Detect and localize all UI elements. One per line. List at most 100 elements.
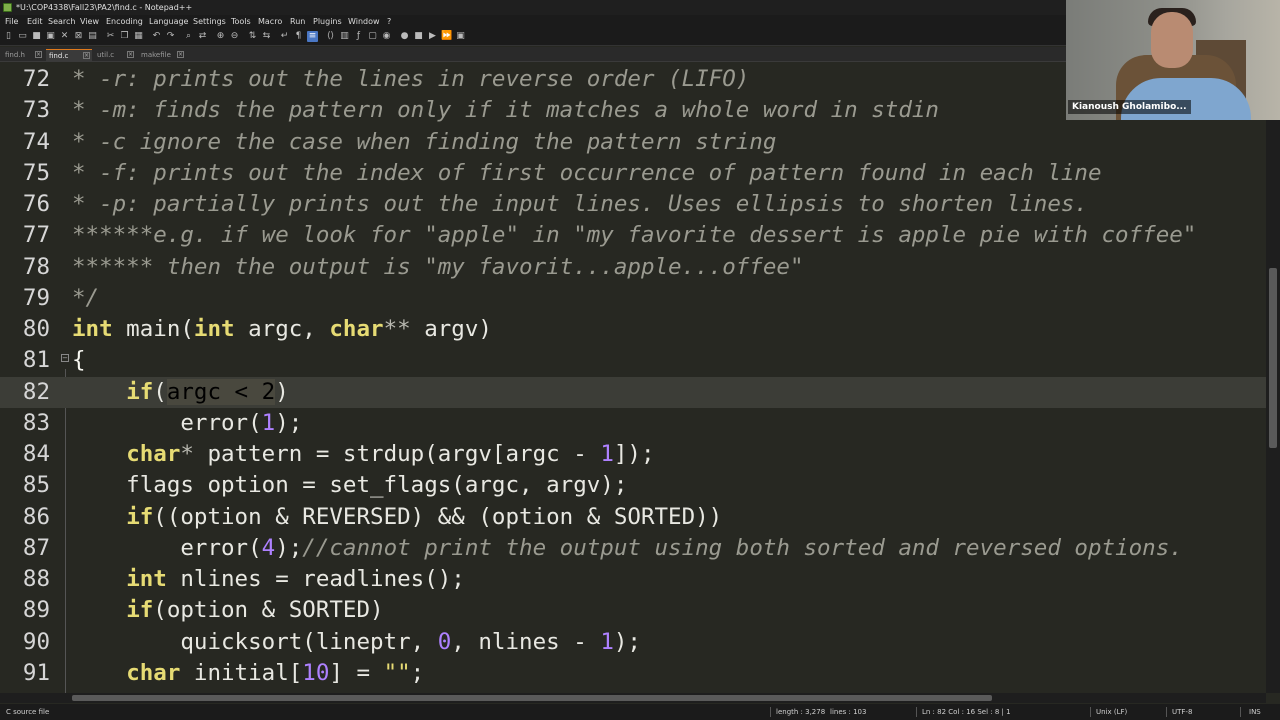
- record-macro-icon[interactable]: ●: [399, 31, 410, 42]
- code-token: main(: [112, 316, 194, 342]
- indent-guide-icon[interactable]: ≡: [307, 31, 318, 42]
- code-line[interactable]: 85 flags option = set_flags(argc, argv);: [0, 470, 1266, 501]
- code-text: * -f: prints out the index of first occu…: [72, 158, 1102, 189]
- line-number: 72: [22, 66, 50, 92]
- paste-icon[interactable]: ▦: [133, 31, 144, 42]
- menu-window[interactable]: Window: [348, 15, 380, 28]
- save-all-icon[interactable]: ▣: [45, 31, 56, 42]
- menu-language[interactable]: Language: [149, 15, 188, 28]
- code-token: );: [275, 409, 303, 436]
- tab-makefile[interactable]: makefile ×: [138, 49, 186, 61]
- code-token: ]);: [613, 441, 655, 467]
- function-list-icon[interactable]: ƒ: [353, 31, 364, 42]
- code-line[interactable]: 80 int main(int argc, char** argv): [0, 314, 1266, 345]
- wrap-icon[interactable]: ↵: [279, 31, 290, 42]
- close-tab-icon[interactable]: ×: [83, 52, 90, 59]
- status-eol[interactable]: Unix (LF): [1096, 704, 1127, 720]
- undo-icon[interactable]: ↶: [151, 31, 162, 42]
- code-token: */: [72, 284, 100, 311]
- doc-map-icon[interactable]: ▥: [339, 31, 350, 42]
- menu-file[interactable]: File: [5, 15, 18, 28]
- open-file-icon[interactable]: ▭: [17, 31, 28, 42]
- copy-icon[interactable]: ❐: [119, 31, 130, 42]
- close-all-icon[interactable]: ⊠: [73, 31, 84, 42]
- menu-view[interactable]: View: [80, 15, 99, 28]
- code-line[interactable]: 74 * -c ignore the case when finding the …: [0, 127, 1266, 158]
- horizontal-scrollbar[interactable]: [0, 693, 1266, 703]
- code-line[interactable]: 88 int nlines = readlines();: [0, 564, 1266, 595]
- save-macro-icon[interactable]: ▣: [455, 31, 466, 42]
- zoom-out-icon[interactable]: ⊖: [229, 31, 240, 42]
- menu-edit[interactable]: Edit: [27, 15, 43, 28]
- zoom-in-icon[interactable]: ⊕: [215, 31, 226, 42]
- play-macro-icon[interactable]: ▶: [427, 31, 438, 42]
- code-token: error(: [72, 534, 262, 561]
- tab-label: makefile: [141, 51, 171, 59]
- folder-workspace-icon[interactable]: ▢: [367, 31, 378, 42]
- save-icon[interactable]: ■: [31, 31, 42, 42]
- code-editor[interactable]: − 72 * -r: prints out the lines in revers…: [0, 63, 1266, 693]
- replace-icon[interactable]: ⇄: [197, 31, 208, 42]
- close-tab-icon[interactable]: ×: [35, 51, 42, 58]
- line-number: 79: [22, 284, 50, 311]
- close-tab-icon[interactable]: ×: [127, 51, 134, 58]
- menu-run[interactable]: Run: [290, 15, 305, 28]
- code-line[interactable]: 75 * -f: prints out the index of first oc…: [0, 158, 1266, 189]
- print-icon[interactable]: ▤: [87, 31, 98, 42]
- menu-macro[interactable]: Macro: [258, 15, 282, 28]
- show-all-chars-icon[interactable]: ¶: [293, 31, 304, 42]
- line-number: 73: [22, 97, 50, 124]
- code-line[interactable]: 90 quicksort(lineptr, 0, nlines - 1);: [0, 627, 1266, 658]
- code-line[interactable]: 79 */: [0, 283, 1266, 314]
- menu-encoding[interactable]: Encoding: [106, 15, 143, 28]
- code-line[interactable]: 82 if(argc < 2): [0, 376, 1266, 408]
- close-icon[interactable]: ✕: [59, 31, 70, 42]
- close-tab-icon[interactable]: ×: [177, 51, 184, 58]
- code-line[interactable]: 77 ******e.g. if we look for "apple" in "…: [0, 220, 1266, 251]
- code-line[interactable]: 91 char initial[10] = "";: [0, 658, 1266, 689]
- code-text: if(argc < 2): [72, 377, 289, 408]
- code-text: if((option & REVERSED) && (option & SORT…: [72, 502, 722, 533]
- tab-util-c[interactable]: util.c ×: [94, 49, 136, 61]
- code-line[interactable]: 76 * -p: partially prints out the input l…: [0, 189, 1266, 220]
- menu-help[interactable]: ?: [387, 15, 391, 28]
- sync-vertical-icon[interactable]: ⇅: [247, 31, 258, 42]
- code-line[interactable]: 86 if((option & REVERSED) && (option & S…: [0, 502, 1266, 533]
- status-encoding[interactable]: UTF-8: [1172, 704, 1192, 720]
- scroll-thumb[interactable]: [1269, 268, 1277, 448]
- new-file-icon[interactable]: ▯: [3, 31, 14, 42]
- code-line[interactable]: 81 {: [0, 345, 1266, 376]
- vertical-scrollbar[interactable]: [1266, 63, 1280, 693]
- redo-icon[interactable]: ↷: [165, 31, 176, 42]
- code-text: int main(int argc, char** argv): [72, 314, 492, 345]
- code-text: flags option = set_flags(argc, argv);: [72, 470, 627, 501]
- run-macro-multiple-icon[interactable]: ⏩: [441, 31, 452, 42]
- code-line[interactable]: 78 ****** then the output is "my favorit.…: [0, 252, 1266, 283]
- udl-icon[interactable]: ⟨⟩: [325, 31, 336, 42]
- tab-find-c[interactable]: find.c ×: [46, 49, 92, 61]
- monitoring-icon[interactable]: ◉: [381, 31, 392, 42]
- code-text: * -c ignore the case when finding the pa…: [72, 127, 776, 158]
- code-line[interactable]: 89 if(option & SORTED): [0, 595, 1266, 626]
- stop-macro-icon[interactable]: ■: [413, 31, 424, 42]
- menu-search[interactable]: Search: [48, 15, 75, 28]
- code-text: ****** then the output is "my favorit...…: [72, 252, 804, 283]
- cut-icon[interactable]: ✂: [105, 31, 116, 42]
- code-line[interactable]: 84 char* pattern = strdup(argv[argc - 1]…: [0, 439, 1266, 470]
- code-text: if(option & SORTED): [72, 595, 383, 626]
- sync-horizontal-icon[interactable]: ⇆: [261, 31, 272, 42]
- tab-find-h[interactable]: find.h ×: [2, 49, 44, 61]
- menu-settings[interactable]: Settings: [193, 15, 226, 28]
- find-icon[interactable]: ⌕: [183, 31, 194, 42]
- code-line[interactable]: 83 error(1);: [0, 408, 1266, 439]
- menu-plugins[interactable]: Plugins: [313, 15, 342, 28]
- code-token: * -f: prints out the index of first occu…: [72, 159, 1102, 186]
- code-text: {: [72, 345, 86, 376]
- menu-tools[interactable]: Tools: [231, 15, 251, 28]
- code-line[interactable]: 87 error(4);//cannot print the output us…: [0, 533, 1266, 564]
- line-number: 81: [22, 347, 50, 374]
- code-text: * -r: prints out the lines in reverse or…: [72, 64, 749, 95]
- status-divider: [916, 707, 917, 717]
- scroll-thumb[interactable]: [72, 695, 992, 701]
